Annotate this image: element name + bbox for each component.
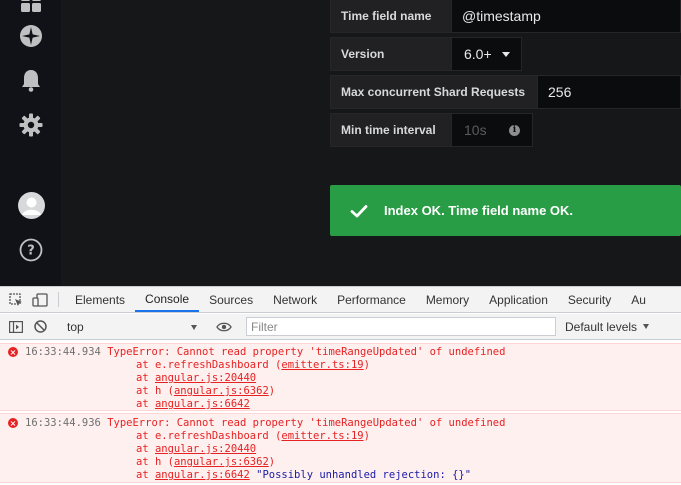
explore-icon[interactable] <box>19 24 43 48</box>
stack-frame: at angular.js:6642 <box>136 398 250 410</box>
source-link[interactable]: emitter.ts:19 <box>281 359 363 371</box>
clear-console-icon[interactable] <box>28 320 52 333</box>
console-error-message[interactable]: × 16:33:44.936 TypeError: Cannot read pr… <box>0 413 681 483</box>
time-field-input[interactable]: @timestamp <box>452 0 681 33</box>
source-link[interactable]: angular.js:6362 <box>174 456 269 468</box>
error-text: TypeError: Cannot read property 'timeRan… <box>107 417 506 429</box>
chevron-down-icon <box>191 324 197 330</box>
tab-security[interactable]: Security <box>558 287 621 312</box>
max-shard-input[interactable]: 256 <box>538 75 681 109</box>
alerting-bell-icon[interactable] <box>19 68 43 92</box>
chevron-down-icon <box>643 324 650 329</box>
timestamp: 16:33:44.934 <box>25 346 101 358</box>
version-row: Version 6.0+ <box>330 37 522 71</box>
error-header: 16:33:44.934 TypeError: Cannot read prop… <box>25 346 505 359</box>
stack-frame: at e.refreshDashboard (emitter.ts:19) <box>136 430 370 442</box>
svg-text:?: ? <box>27 244 35 259</box>
tab-network[interactable]: Network <box>263 287 327 312</box>
tab-memory[interactable]: Memory <box>416 287 479 312</box>
stack-frame: at h (angular.js:6362) <box>136 385 276 397</box>
devtools-panel: Elements Console Sources Network Perform… <box>0 286 681 485</box>
min-interval-row: Min time interval 10s i <box>330 113 533 147</box>
console-messages: × 16:33:44.934 TypeError: Cannot read pr… <box>0 341 681 485</box>
log-levels-label: Default levels <box>565 319 638 334</box>
console-error-message[interactable]: × 16:33:44.934 TypeError: Cannot read pr… <box>0 343 681 411</box>
min-interval-label: Min time interval <box>330 113 452 147</box>
alert-message: Index OK. Time field name OK. <box>384 203 574 218</box>
tab-separator <box>58 292 59 307</box>
dashboards-icon[interactable] <box>19 0 43 14</box>
checkmark-icon <box>350 204 368 217</box>
error-icon: × <box>8 418 18 428</box>
live-expression-eye-icon[interactable] <box>212 322 236 332</box>
tab-audits[interactable]: Au <box>621 287 656 312</box>
inspect-element-icon[interactable] <box>4 287 28 312</box>
version-value: 6.0+ <box>464 46 492 62</box>
rejection-text: "Possibly unhandled rejection: {}" <box>256 469 472 481</box>
device-toolbar-icon[interactable] <box>28 287 52 312</box>
error-icon: × <box>8 347 18 357</box>
source-link[interactable]: angular.js:6362 <box>174 385 269 397</box>
time-field-label: Time field name <box>330 0 452 33</box>
source-link[interactable]: angular.js:6642 <box>155 469 250 481</box>
stack-frame: at e.refreshDashboard (emitter.ts:19) <box>136 359 370 371</box>
sidebar-toggle-icon[interactable] <box>4 320 28 333</box>
tab-sources[interactable]: Sources <box>199 287 263 312</box>
context-value: top <box>67 319 84 334</box>
devtools-tabbar: Elements Console Sources Network Perform… <box>0 287 681 313</box>
source-link[interactable]: angular.js:20440 <box>155 372 256 384</box>
log-levels-dropdown[interactable]: Default levels <box>565 319 650 334</box>
info-icon[interactable]: i <box>509 124 520 136</box>
stack-frame: at h (angular.js:6362) <box>136 456 276 468</box>
tab-console[interactable]: Console <box>135 287 200 312</box>
source-link[interactable]: angular.js:6642 <box>155 398 250 410</box>
stack-frame: at angular.js:6642 "Possibly unhandled r… <box>136 469 472 481</box>
min-interval-input[interactable]: 10s i <box>452 113 533 147</box>
help-icon[interactable]: ? <box>19 238 43 262</box>
console-filterbar: top Filter Default levels <box>0 314 681 340</box>
error-text: TypeError: Cannot read property 'timeRan… <box>107 346 506 358</box>
console-filter-input[interactable]: Filter <box>246 317 556 336</box>
configuration-gear-icon[interactable] <box>19 113 43 137</box>
time-field-row: Time field name @timestamp <box>330 0 681 33</box>
timestamp: 16:33:44.936 <box>25 417 101 429</box>
tab-elements[interactable]: Elements <box>65 287 135 312</box>
sidebar: ? <box>0 0 61 286</box>
tab-application[interactable]: Application <box>479 287 558 312</box>
version-label: Version <box>330 37 452 71</box>
max-shard-row: Max concurrent Shard Requests 256 <box>330 75 681 109</box>
user-avatar[interactable] <box>18 192 45 219</box>
source-link[interactable]: angular.js:20440 <box>155 443 256 455</box>
error-header: 16:33:44.936 TypeError: Cannot read prop… <box>25 417 505 430</box>
tab-performance[interactable]: Performance <box>327 287 416 312</box>
index-ok-alert: Index OK. Time field name OK. <box>330 185 681 236</box>
version-select[interactable]: 6.0+ <box>452 37 522 71</box>
max-shard-label: Max concurrent Shard Requests <box>330 75 538 109</box>
context-select[interactable]: top <box>63 317 203 337</box>
min-interval-placeholder: 10s <box>464 122 487 138</box>
stack-frame: at angular.js:20440 <box>136 372 257 384</box>
source-link[interactable]: emitter.ts:19 <box>281 430 363 442</box>
chevron-down-icon <box>501 51 510 57</box>
stack-frame: at angular.js:20440 <box>136 443 257 455</box>
